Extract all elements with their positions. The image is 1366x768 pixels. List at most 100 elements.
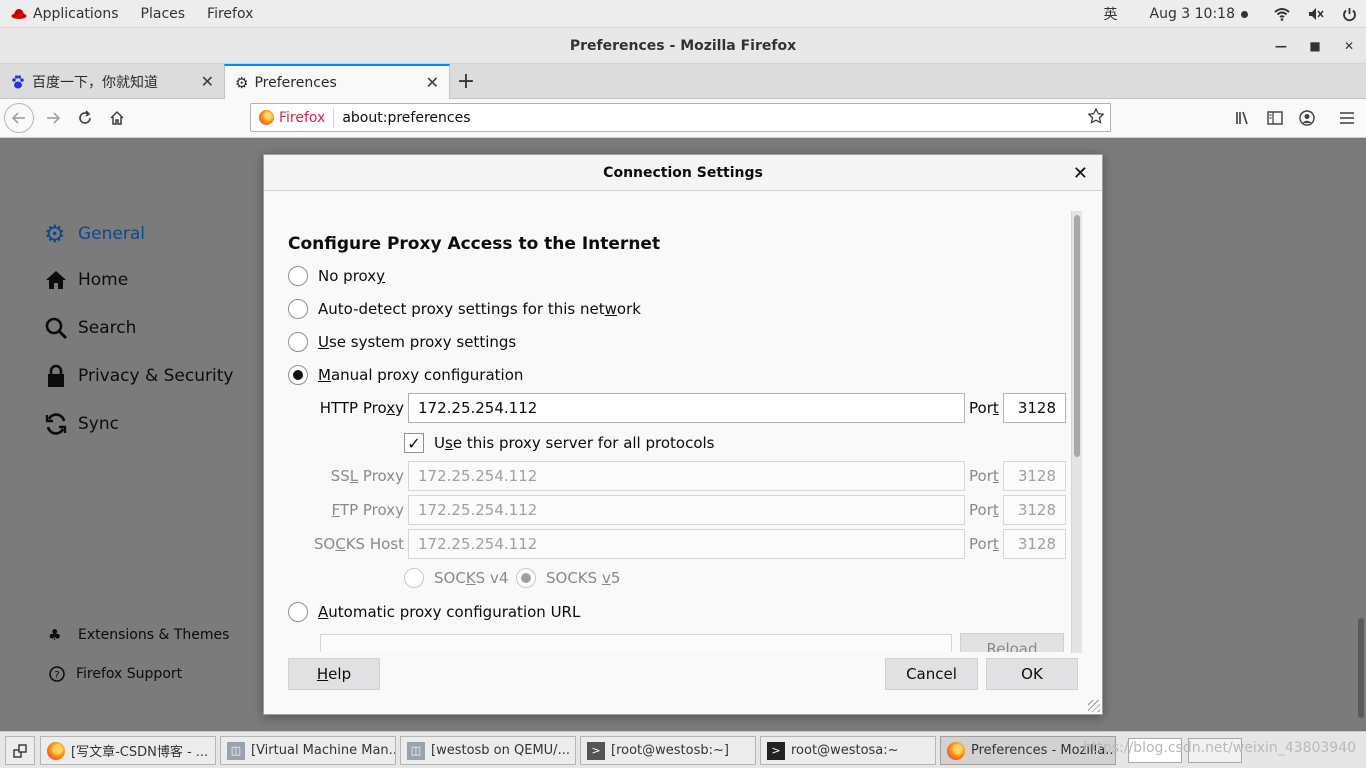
share-proxy-checkbox[interactable]: ✓ xyxy=(404,433,424,453)
category-sync[interactable]: Sync xyxy=(44,412,119,436)
sidebar-toggle-button[interactable] xyxy=(1260,103,1290,133)
minimize-icon[interactable]: — xyxy=(1264,28,1298,64)
home-button[interactable] xyxy=(102,103,132,133)
home-icon xyxy=(46,271,66,289)
virt-manager-icon: ◫ xyxy=(227,741,245,760)
radio-label: Auto-detect proxy settings for this netw… xyxy=(318,300,641,318)
close-window-icon[interactable]: ✕ xyxy=(1332,28,1366,64)
library-button[interactable] xyxy=(1228,103,1258,133)
ok-button[interactable]: OK xyxy=(986,658,1078,690)
category-home[interactable]: Home xyxy=(44,268,128,292)
system-proxy-option[interactable]: Use system proxy settings xyxy=(288,332,516,352)
forward-button[interactable] xyxy=(38,103,68,133)
no-proxy-option[interactable]: No proxy xyxy=(288,266,385,286)
auto-detect-option[interactable]: Auto-detect proxy settings for this netw… xyxy=(288,299,641,319)
category-privacy[interactable]: Privacy & Security xyxy=(44,364,233,388)
radio-no-proxy[interactable] xyxy=(288,266,308,286)
ssl-port-label: Port xyxy=(969,467,999,485)
auto-config-url-input[interactable] xyxy=(320,634,952,652)
radio-auto-detect[interactable] xyxy=(288,299,308,319)
new-tab-button[interactable]: + xyxy=(452,64,480,99)
taskbar-item[interactable]: > root@westosa:~ xyxy=(760,736,936,765)
radio-label: Automatic proxy configuration URL xyxy=(318,603,581,621)
auto-config-url-option[interactable]: Automatic proxy configuration URL xyxy=(288,602,580,622)
ftp-proxy-input[interactable]: 172.25.254.112 xyxy=(408,495,965,525)
identity-box[interactable]: Firefox xyxy=(251,107,335,128)
radio-manual[interactable] xyxy=(288,365,308,385)
category-label: General xyxy=(78,224,145,244)
back-button[interactable] xyxy=(4,103,34,133)
radio-socks-v4[interactable] xyxy=(404,568,424,588)
maximize-icon[interactable]: ■ xyxy=(1298,28,1332,64)
reload-icon xyxy=(79,110,91,124)
bookmark-star-icon[interactable] xyxy=(1087,107,1105,128)
taskbar-item[interactable]: ◫ [Virtual Machine Man... xyxy=(220,736,396,765)
places-menu[interactable]: Places xyxy=(130,6,197,22)
url-bar[interactable]: Firefox about:preferences xyxy=(250,103,1111,132)
manual-proxy-option[interactable]: Manual proxy configuration xyxy=(288,365,523,385)
volume-muted-icon[interactable] xyxy=(1299,7,1333,21)
wifi-icon[interactable] xyxy=(1265,7,1299,21)
socks-host-input[interactable]: 172.25.254.112 xyxy=(408,529,965,559)
category-general[interactable]: ⚙ General xyxy=(44,220,145,248)
close-icon[interactable]: ✕ xyxy=(1073,163,1088,184)
taskbar-label: root@westosa:~ xyxy=(791,743,899,758)
scrollbar-thumb[interactable] xyxy=(1074,215,1080,457)
dialog-scrollbar[interactable] xyxy=(1071,211,1082,653)
radio-auto-url[interactable] xyxy=(288,602,308,622)
firefox-icon xyxy=(47,741,65,760)
library-icon xyxy=(1236,111,1248,125)
ssl-port-input[interactable]: 3128 xyxy=(1003,461,1066,491)
applications-label: Applications xyxy=(33,5,119,22)
tab-preferences[interactable]: ⚙ Preferences ✕ xyxy=(224,64,450,99)
window-title-bar[interactable]: Preferences - Mozilla Firefox — ■ ✕ xyxy=(0,28,1366,64)
gnome-top-bar: Applications Places Firefox 英 Aug 3 10:1… xyxy=(0,0,1366,28)
firefox-support-link[interactable]: ? Firefox Support xyxy=(48,665,182,683)
close-tab-icon[interactable]: ✕ xyxy=(426,73,439,92)
back-arrow-icon xyxy=(12,112,25,124)
cancel-button[interactable]: Cancel xyxy=(885,658,978,690)
radio-socks-v5[interactable] xyxy=(516,568,536,588)
category-search[interactable]: Search xyxy=(44,316,136,340)
category-label: Privacy & Security xyxy=(78,366,234,386)
close-tab-icon[interactable]: ✕ xyxy=(201,72,214,91)
ftp-port-input[interactable]: 3128 xyxy=(1003,495,1066,525)
taskbar-item[interactable]: ◫ [westosb on QEMU/... xyxy=(400,736,576,765)
radio-label: SOCKS v5 xyxy=(546,569,621,587)
share-proxy-option[interactable]: ✓ Use this proxy server for all protocol… xyxy=(404,433,715,453)
http-port-input[interactable]: 3128 xyxy=(1003,393,1066,423)
radio-system[interactable] xyxy=(288,332,308,352)
socks-port-input[interactable]: 3128 xyxy=(1003,529,1066,559)
show-desktop-button[interactable] xyxy=(5,736,35,765)
taskbar-label: [写文章-CSDN博客 - ... xyxy=(71,745,209,760)
reload-button[interactable] xyxy=(70,103,100,133)
page-scrollbar[interactable] xyxy=(1358,618,1364,718)
footer-label: Firefox Support xyxy=(76,666,183,682)
radio-label: SOCKS v4 xyxy=(434,569,509,587)
extensions-themes-link[interactable]: ♣ Extensions & Themes xyxy=(48,626,229,644)
ssl-proxy-input[interactable]: 172.25.254.112 xyxy=(408,461,965,491)
window-title: Preferences - Mozilla Firefox xyxy=(569,37,797,54)
menu-button[interactable] xyxy=(1332,103,1362,133)
power-icon[interactable] xyxy=(1333,7,1366,22)
lock-icon xyxy=(48,364,64,387)
input-method-indicator[interactable]: 英 xyxy=(1095,4,1127,24)
taskbar-item[interactable]: > [root@westosb:~] xyxy=(580,736,756,765)
url-text[interactable]: about:preferences xyxy=(334,110,470,126)
reload-button[interactable]: Reload xyxy=(960,633,1064,652)
socks-v5-option[interactable]: SOCKS v5 xyxy=(516,568,620,588)
tab-label: Preferences xyxy=(254,74,337,91)
applications-menu[interactable]: Applications xyxy=(0,6,130,22)
socks-v4-option[interactable]: SOCKS v4 xyxy=(404,568,508,588)
resize-grip-icon[interactable] xyxy=(1088,700,1100,712)
http-proxy-label: HTTP Proxy xyxy=(319,399,404,417)
radio-label: Use system proxy settings xyxy=(318,333,517,351)
firefox-app-menu[interactable]: Firefox xyxy=(196,6,264,22)
clock[interactable]: Aug 3 10:18 xyxy=(1141,6,1258,22)
tab-label: 百度一下，你就知道 xyxy=(32,74,158,91)
http-proxy-input[interactable]: 172.25.254.112 xyxy=(408,393,965,423)
tab-baidu[interactable]: 百度一下，你就知道 ✕ xyxy=(0,64,224,99)
help-button[interactable]: Help xyxy=(288,658,380,690)
taskbar-item[interactable]: [写文章-CSDN博客 - ... xyxy=(40,736,216,765)
account-button[interactable] xyxy=(1292,103,1322,133)
